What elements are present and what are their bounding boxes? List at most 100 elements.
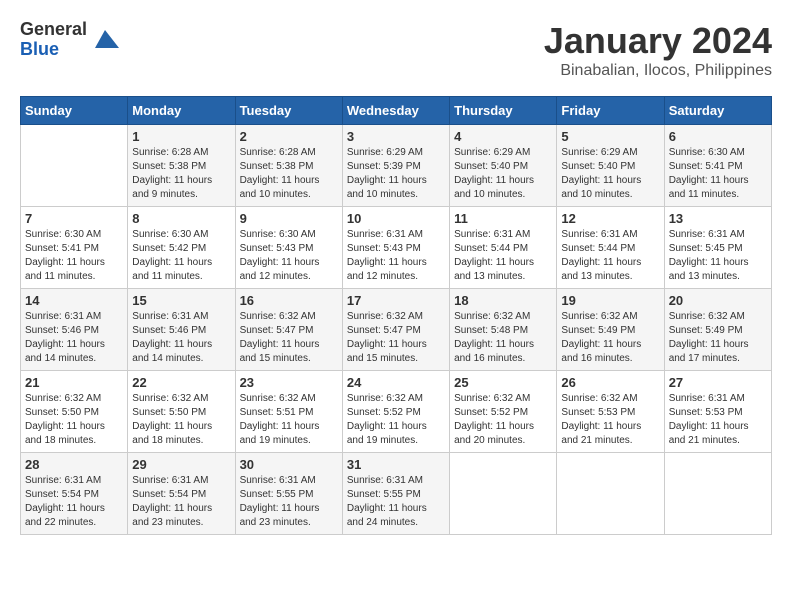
- day-cell: [557, 453, 664, 535]
- location-subtitle: Binabalian, Ilocos, Philippines: [544, 62, 772, 80]
- header-cell-tuesday: Tuesday: [235, 97, 342, 125]
- day-cell: 11 Sunrise: 6:31 AMSunset: 5:44 PMDayligh…: [450, 207, 557, 289]
- day-cell: [664, 453, 771, 535]
- day-info: Sunrise: 6:31 AMSunset: 5:55 PMDaylight:…: [240, 474, 338, 530]
- logo-blue: Blue: [20, 40, 87, 60]
- day-number: 7: [25, 211, 123, 226]
- week-row-4: 21 Sunrise: 6:32 AMSunset: 5:50 PMDayligh…: [21, 371, 772, 453]
- day-number: 28: [25, 457, 123, 472]
- day-number: 23: [240, 375, 338, 390]
- week-row-3: 14 Sunrise: 6:31 AMSunset: 5:46 PMDayligh…: [21, 289, 772, 371]
- day-info: Sunrise: 6:31 AMSunset: 5:55 PMDaylight:…: [347, 474, 445, 530]
- day-number: 20: [669, 293, 767, 308]
- day-info: Sunrise: 6:29 AMSunset: 5:40 PMDaylight:…: [561, 146, 659, 202]
- day-number: 19: [561, 293, 659, 308]
- header-cell-monday: Monday: [128, 97, 235, 125]
- day-number: 5: [561, 129, 659, 144]
- day-info: Sunrise: 6:31 AMSunset: 5:45 PMDaylight:…: [669, 228, 767, 284]
- day-cell: [21, 125, 128, 207]
- day-cell: 13 Sunrise: 6:31 AMSunset: 5:45 PMDayligh…: [664, 207, 771, 289]
- day-cell: 27Sunrise: 6:31 AMSunset: 5:53 PMDayligh…: [664, 371, 771, 453]
- header-cell-thursday: Thursday: [450, 97, 557, 125]
- day-number: 30: [240, 457, 338, 472]
- day-number: 26: [561, 375, 659, 390]
- day-info: Sunrise: 6:30 AMSunset: 5:41 PMDaylight:…: [669, 146, 767, 202]
- day-cell: 16Sunrise: 6:32 AMSunset: 5:47 PMDayligh…: [235, 289, 342, 371]
- day-number: 12: [561, 211, 659, 226]
- day-info: Sunrise: 6:31 AMSunset: 5:43 PMDaylight:…: [347, 228, 445, 284]
- day-number: 10: [347, 211, 445, 226]
- day-cell: 22Sunrise: 6:32 AMSunset: 5:50 PMDayligh…: [128, 371, 235, 453]
- day-cell: 17 Sunrise: 6:32 AMSunset: 5:47 PMDayligh…: [342, 289, 449, 371]
- page-header: General Blue January 2024 Binabalian, Il…: [20, 20, 772, 80]
- day-info: Sunrise: 6:31 AMSunset: 5:44 PMDaylight:…: [561, 228, 659, 284]
- day-info: Sunrise: 6:32 AMSunset: 5:47 PMDaylight:…: [240, 310, 338, 366]
- day-cell: 18 Sunrise: 6:32 AMSunset: 5:48 PMDayligh…: [450, 289, 557, 371]
- day-cell: 2Sunrise: 6:28 AMSunset: 5:38 PMDaylight…: [235, 125, 342, 207]
- day-number: 4: [454, 129, 552, 144]
- day-info: Sunrise: 6:31 AMSunset: 5:44 PMDaylight:…: [454, 228, 552, 284]
- day-number: 18: [454, 293, 552, 308]
- day-cell: 28 Sunrise: 6:31 AMSunset: 5:54 PMDayligh…: [21, 453, 128, 535]
- day-info: Sunrise: 6:29 AMSunset: 5:39 PMDaylight:…: [347, 146, 445, 202]
- day-cell: 3Sunrise: 6:29 AMSunset: 5:39 PMDaylight…: [342, 125, 449, 207]
- day-cell: 21 Sunrise: 6:32 AMSunset: 5:50 PMDayligh…: [21, 371, 128, 453]
- day-cell: 4 Sunrise: 6:29 AMSunset: 5:40 PMDaylight…: [450, 125, 557, 207]
- title-section: January 2024 Binabalian, Ilocos, Philipp…: [544, 20, 772, 80]
- day-cell: 7 Sunrise: 6:30 AMSunset: 5:41 PMDaylight…: [21, 207, 128, 289]
- day-info: Sunrise: 6:32 AMSunset: 5:51 PMDaylight:…: [240, 392, 338, 448]
- day-number: 31: [347, 457, 445, 472]
- day-info: Sunrise: 6:32 AMSunset: 5:53 PMDaylight:…: [561, 392, 659, 448]
- day-info: Sunrise: 6:31 AMSunset: 5:54 PMDaylight:…: [25, 474, 123, 530]
- month-title: January 2024: [544, 20, 772, 62]
- day-info: Sunrise: 6:32 AMSunset: 5:50 PMDaylight:…: [132, 392, 230, 448]
- day-number: 14: [25, 293, 123, 308]
- day-number: 1: [132, 129, 230, 144]
- week-row-5: 28 Sunrise: 6:31 AMSunset: 5:54 PMDayligh…: [21, 453, 772, 535]
- day-info: Sunrise: 6:30 AMSunset: 5:41 PMDaylight:…: [25, 228, 123, 284]
- logo-general: General: [20, 20, 87, 40]
- day-cell: 8 Sunrise: 6:30 AMSunset: 5:42 PMDaylight…: [128, 207, 235, 289]
- day-cell: 1 Sunrise: 6:28 AMSunset: 5:38 PMDaylight…: [128, 125, 235, 207]
- day-cell: 15 Sunrise: 6:31 AMSunset: 5:46 PMDayligh…: [128, 289, 235, 371]
- day-number: 6: [669, 129, 767, 144]
- day-info: Sunrise: 6:32 AMSunset: 5:47 PMDaylight:…: [347, 310, 445, 366]
- day-info: Sunrise: 6:32 AMSunset: 5:49 PMDaylight:…: [669, 310, 767, 366]
- week-row-2: 7 Sunrise: 6:30 AMSunset: 5:41 PMDaylight…: [21, 207, 772, 289]
- day-cell: 20 Sunrise: 6:32 AMSunset: 5:49 PMDayligh…: [664, 289, 771, 371]
- day-number: 15: [132, 293, 230, 308]
- day-info: Sunrise: 6:32 AMSunset: 5:50 PMDaylight:…: [25, 392, 123, 448]
- day-info: Sunrise: 6:32 AMSunset: 5:48 PMDaylight:…: [454, 310, 552, 366]
- header-cell-friday: Friday: [557, 97, 664, 125]
- day-cell: 25Sunrise: 6:32 AMSunset: 5:52 PMDayligh…: [450, 371, 557, 453]
- header-cell-wednesday: Wednesday: [342, 97, 449, 125]
- day-info: Sunrise: 6:31 AMSunset: 5:46 PMDaylight:…: [132, 310, 230, 366]
- day-cell: [450, 453, 557, 535]
- day-number: 13: [669, 211, 767, 226]
- header-cell-saturday: Saturday: [664, 97, 771, 125]
- day-cell: 19 Sunrise: 6:32 AMSunset: 5:49 PMDayligh…: [557, 289, 664, 371]
- day-number: 11: [454, 211, 552, 226]
- day-info: Sunrise: 6:32 AMSunset: 5:49 PMDaylight:…: [561, 310, 659, 366]
- calendar-table: SundayMondayTuesdayWednesdayThursdayFrid…: [20, 96, 772, 535]
- day-number: 29: [132, 457, 230, 472]
- day-cell: 31 Sunrise: 6:31 AMSunset: 5:55 PMDayligh…: [342, 453, 449, 535]
- day-info: Sunrise: 6:30 AMSunset: 5:42 PMDaylight:…: [132, 228, 230, 284]
- day-cell: 14Sunrise: 6:31 AMSunset: 5:46 PMDayligh…: [21, 289, 128, 371]
- day-cell: 30 Sunrise: 6:31 AMSunset: 5:55 PMDayligh…: [235, 453, 342, 535]
- day-number: 9: [240, 211, 338, 226]
- day-info: Sunrise: 6:32 AMSunset: 5:52 PMDaylight:…: [347, 392, 445, 448]
- logo-text: General Blue: [20, 20, 87, 60]
- day-number: 21: [25, 375, 123, 390]
- day-info: Sunrise: 6:28 AMSunset: 5:38 PMDaylight:…: [132, 146, 230, 202]
- day-cell: 6 Sunrise: 6:30 AMSunset: 5:41 PMDaylight…: [664, 125, 771, 207]
- day-info: Sunrise: 6:29 AMSunset: 5:40 PMDaylight:…: [454, 146, 552, 202]
- day-info: Sunrise: 6:30 AMSunset: 5:43 PMDaylight:…: [240, 228, 338, 284]
- day-number: 2: [240, 129, 338, 144]
- day-number: 8: [132, 211, 230, 226]
- day-number: 25: [454, 375, 552, 390]
- header-row: SundayMondayTuesdayWednesdayThursdayFrid…: [21, 97, 772, 125]
- day-number: 24: [347, 375, 445, 390]
- day-number: 17: [347, 293, 445, 308]
- day-cell: 5 Sunrise: 6:29 AMSunset: 5:40 PMDaylight…: [557, 125, 664, 207]
